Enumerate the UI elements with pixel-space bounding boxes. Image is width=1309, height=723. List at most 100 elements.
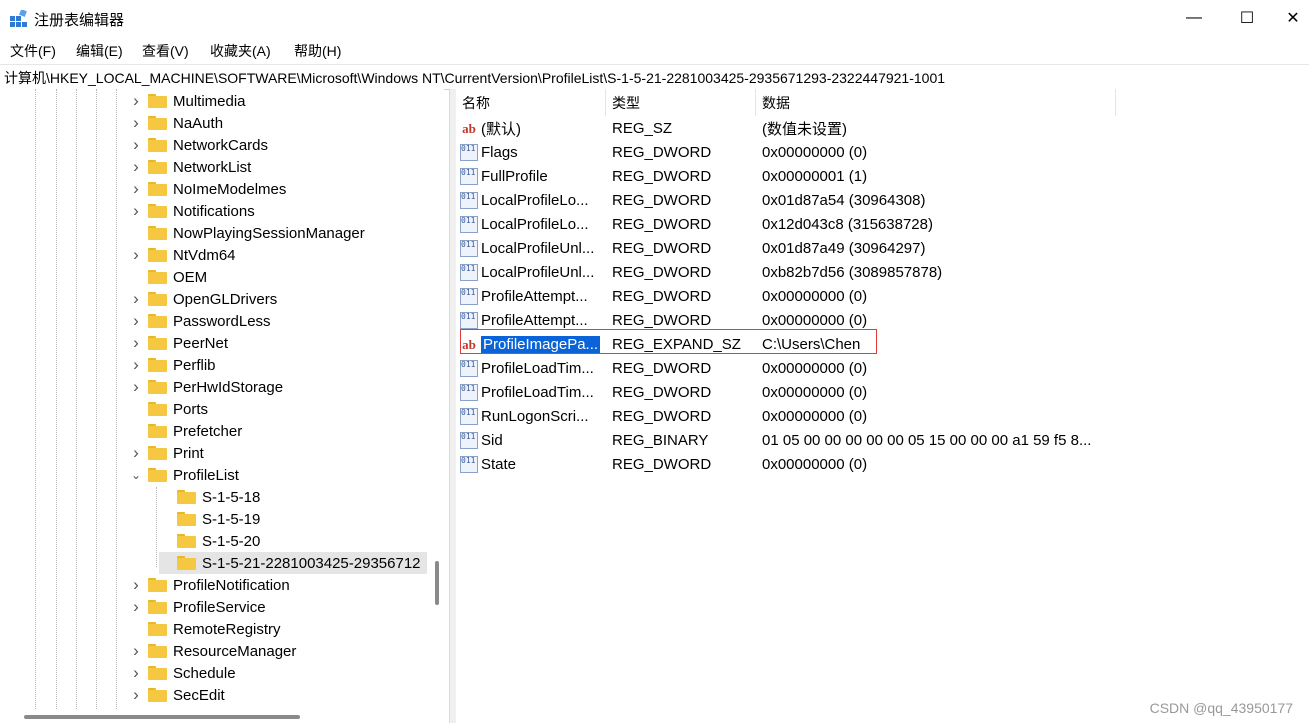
tree-item[interactable]: › NoImeModelmes: [130, 178, 286, 200]
chevron-right-icon[interactable]: ›: [130, 311, 142, 331]
folder-icon: [148, 248, 167, 262]
window-title: 注册表编辑器: [34, 12, 125, 29]
chevron-right-icon[interactable]: ›: [130, 377, 142, 397]
tree-item[interactable]: RemoteRegistry: [130, 618, 281, 640]
folder-icon: [148, 666, 167, 680]
key-tree[interactable]: › Multimedia › NaAuth › NetworkCards › NetworkL…: [0, 89, 444, 723]
value-data: (数值未设置): [762, 120, 847, 138]
close-button[interactable]: ✕: [1270, 0, 1309, 36]
binary-value-icon: 011 110: [460, 287, 478, 305]
tree-item[interactable]: › PerHwIdStorage: [130, 376, 283, 398]
value-row[interactable]: 011 110ProfileLoadTim... REG_DWORD 0x00000…: [458, 356, 1118, 380]
value-row[interactable]: 011 110LocalProfileLo... REG_DWORD 0x01d87…: [458, 188, 1118, 212]
tree-item[interactable]: › NetworkCards: [130, 134, 268, 156]
value-row[interactable]: 011 110ProfileAttempt... REG_DWORD 0x00000…: [458, 284, 1118, 308]
menu-view[interactable]: 查看(V): [142, 41, 189, 61]
value-row[interactable]: 011 110FullProfile REG_DWORD 0x00000001 (1…: [458, 164, 1118, 188]
folder-icon: [148, 204, 167, 218]
menu-file[interactable]: 文件(F): [10, 41, 56, 61]
tree-item[interactable]: › NaAuth: [130, 112, 223, 134]
value-name: State: [481, 455, 517, 473]
tree-item[interactable]: › ProfileService: [130, 596, 265, 618]
tree-item[interactable]: Ports: [130, 398, 208, 420]
tree-guide-line: [116, 89, 117, 709]
chevron-right-icon[interactable]: ›: [130, 597, 142, 617]
tree-item[interactable]: › ResourceManager: [130, 640, 296, 662]
column-header-name[interactable]: 名称: [456, 89, 606, 116]
chevron-right-icon[interactable]: ›: [130, 333, 142, 353]
tree-item-label: S-1-5-21-2281003425-29356712: [202, 554, 421, 572]
chevron-down-icon[interactable]: ⌄: [130, 468, 142, 482]
tree-vertical-scrollbar[interactable]: [427, 89, 444, 709]
folder-icon: [148, 94, 167, 108]
value-name: Sid: [481, 431, 503, 449]
tree-item[interactable]: ⌄ ProfileList: [130, 464, 239, 486]
tree-item[interactable]: › Notifications: [130, 200, 255, 222]
chevron-right-icon[interactable]: ›: [130, 245, 142, 265]
value-row[interactable]: ab (默认) REG_SZ (数值未设置): [458, 116, 1118, 140]
tree-item[interactable]: › Multimedia: [130, 90, 245, 112]
minimize-button[interactable]: —: [1171, 0, 1217, 36]
value-row[interactable]: 011 110LocalProfileLo... REG_DWORD 0x12d04…: [458, 212, 1118, 236]
menu-help[interactable]: 帮助(H): [294, 41, 341, 61]
chevron-right-icon[interactable]: ›: [130, 443, 142, 463]
value-data: 0x12d043c8 (315638728): [762, 215, 933, 233]
value-list[interactable]: 名称 类型 数据 ab(默认)REG_SZ(数值未设置)011 110Flags…: [456, 89, 1309, 723]
value-row[interactable]: 011 110LocalProfileUnl... REG_DWORD 0x01d8…: [458, 236, 1118, 260]
tree-item[interactable]: › NtVdm64: [130, 244, 235, 266]
tree-item-label: PeerNet: [173, 334, 229, 352]
chevron-right-icon[interactable]: ›: [130, 663, 142, 683]
value-row[interactable]: 011 110State REG_DWORD 0x00000000 (0): [458, 452, 1118, 476]
tree-item[interactable]: › Schedule: [130, 662, 235, 684]
tree-scroll-thumb[interactable]: [435, 561, 439, 605]
tree-item[interactable]: OEM: [130, 266, 207, 288]
value-row[interactable]: 011 110LocalProfileUnl... REG_DWORD 0xb82b…: [458, 260, 1118, 284]
chevron-right-icon[interactable]: ›: [130, 201, 142, 221]
chevron-right-icon[interactable]: ›: [130, 685, 142, 705]
tree-item[interactable]: S-1-5-19: [159, 508, 260, 530]
binary-value-icon: 011 110: [460, 311, 478, 329]
chevron-right-icon[interactable]: ›: [130, 641, 142, 661]
tree-item[interactable]: › PeerNet: [130, 332, 228, 354]
value-name: ProfileLoadTim...: [481, 383, 594, 401]
tree-item[interactable]: S-1-5-21-2281003425-29356712: [159, 552, 427, 574]
binary-value-icon: 011 110: [460, 431, 478, 449]
chevron-right-icon[interactable]: ›: [130, 179, 142, 199]
column-header-data[interactable]: 数据: [756, 89, 1116, 116]
value-row[interactable]: ab ProfileImagePa... REG_EXPAND_SZ C:\Users…: [458, 332, 1118, 356]
chevron-right-icon[interactable]: ›: [130, 113, 142, 133]
value-row[interactable]: 011 110RunLogonScri... REG_DWORD 0x0000000…: [458, 404, 1118, 428]
tree-horizontal-scroll-thumb[interactable]: [24, 715, 300, 719]
tree-item[interactable]: NowPlayingSessionManager: [130, 222, 365, 244]
tree-item[interactable]: › Perflib: [130, 354, 215, 376]
menu-edit[interactable]: 编辑(E): [76, 41, 123, 61]
maximize-button[interactable]: ☐: [1224, 0, 1270, 36]
chevron-right-icon[interactable]: ›: [130, 91, 142, 111]
tree-item[interactable]: S-1-5-20: [159, 530, 260, 552]
chevron-right-icon[interactable]: ›: [130, 575, 142, 595]
tree-item[interactable]: S-1-5-18: [159, 486, 260, 508]
value-row[interactable]: 011 110ProfileAttempt... REG_DWORD 0x00000…: [458, 308, 1118, 332]
chevron-right-icon[interactable]: ›: [130, 135, 142, 155]
tree-item-label: RemoteRegistry: [173, 620, 281, 638]
tree-item[interactable]: › ProfileNotification: [130, 574, 290, 596]
value-name: RunLogonScri...: [481, 407, 589, 425]
menu-favorites[interactable]: 收藏夹(A): [210, 41, 271, 61]
address-path[interactable]: 计算机\HKEY_LOCAL_MACHINE\SOFTWARE\Microsof…: [4, 68, 945, 88]
tree-item[interactable]: › OpenGLDrivers: [130, 288, 277, 310]
chevron-right-icon[interactable]: ›: [130, 289, 142, 309]
value-row[interactable]: 011 110Sid REG_BINARY 01 05 00 00 00 00 00…: [458, 428, 1118, 452]
tree-item[interactable]: › Print: [130, 442, 204, 464]
value-row[interactable]: 011 110Flags REG_DWORD 0x00000000 (0): [458, 140, 1118, 164]
tree-item[interactable]: › NetworkList: [130, 156, 251, 178]
address-bar[interactable]: 计算机\HKEY_LOCAL_MACHINE\SOFTWARE\Microsof…: [0, 64, 1309, 90]
tree-item[interactable]: › SecEdit: [130, 684, 225, 706]
chevron-right-icon[interactable]: ›: [130, 157, 142, 177]
tree-item[interactable]: › PasswordLess: [130, 310, 270, 332]
chevron-right-icon[interactable]: ›: [130, 355, 142, 375]
column-header-type[interactable]: 类型: [606, 89, 756, 116]
value-row[interactable]: 011 110ProfileLoadTim... REG_DWORD 0x00000…: [458, 380, 1118, 404]
binary-value-icon: 011 110: [460, 239, 478, 257]
folder-icon: [148, 138, 167, 152]
tree-item[interactable]: Prefetcher: [130, 420, 242, 442]
